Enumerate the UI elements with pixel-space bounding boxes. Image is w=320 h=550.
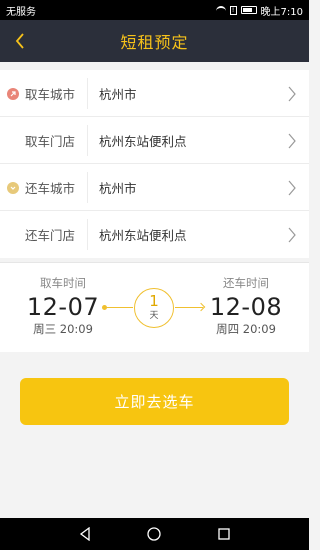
pickup-store-row[interactable]: 取车门店 杭州东站便利点 — [0, 117, 309, 164]
clock-text: 晚上7:10 — [260, 6, 303, 18]
pickup-time-label: 取车时间 — [40, 276, 86, 290]
duration-unit: 天 — [149, 311, 159, 321]
wifi-icon — [215, 6, 226, 14]
return-city-label: 还车城市 — [25, 180, 76, 196]
chevron-left-icon — [15, 33, 24, 49]
return-dot-icon — [7, 182, 19, 194]
divider — [87, 172, 88, 203]
chevron-right-icon — [288, 227, 296, 243]
return-day: 周四 20:09 — [216, 322, 276, 336]
circle-home-icon — [147, 527, 162, 541]
carrier-text: 无服务 — [6, 6, 36, 18]
select-car-button[interactable]: 立即去选车 — [20, 378, 289, 425]
duration-badge: 1 天 — [134, 288, 174, 328]
duration-line-left — [102, 305, 133, 310]
app-header: 短租预定 — [0, 20, 309, 62]
divider — [87, 78, 88, 109]
status-icons: ! 晚上7:10 — [215, 3, 303, 18]
divider — [87, 125, 88, 156]
return-time-label: 还车时间 — [223, 276, 269, 290]
system-nav-bar — [0, 518, 309, 550]
page-title: 短租预定 — [120, 33, 189, 52]
pickup-dot-icon — [7, 88, 19, 100]
duration-arrow-right — [175, 307, 203, 308]
back-button[interactable] — [10, 30, 30, 52]
return-store-value: 杭州东站便利点 — [99, 228, 187, 243]
square-recent-icon — [218, 528, 230, 540]
nav-home-button[interactable] — [146, 526, 162, 542]
pickup-day: 周三 20:09 — [33, 322, 93, 336]
sim-icon: ! — [229, 5, 237, 15]
battery-icon — [240, 6, 257, 14]
return-store-label: 还车门店 — [25, 228, 76, 243]
pickup-city-value: 杭州市 — [99, 86, 137, 102]
booking-form: 取车城市 杭州市 取车门店 杭州东站便利点 还车城市 杭州市 还车门店 杭州东站… — [0, 70, 309, 258]
pickup-time[interactable]: 取车时间 12-07 周三 20:09 — [18, 275, 108, 337]
return-city-value: 杭州市 — [99, 180, 137, 196]
duration-number: 1 — [149, 292, 159, 310]
pickup-city-row[interactable]: 取车城市 杭州市 — [0, 70, 309, 117]
pickup-store-value: 杭州东站便利点 — [99, 133, 187, 149]
status-bar: 无服务 ! 晚上7:10 — [0, 0, 309, 20]
nav-recent-button[interactable] — [216, 526, 232, 542]
pickup-city-label: 取车城市 — [25, 86, 76, 102]
chevron-right-icon — [288, 180, 296, 196]
return-store-row[interactable]: 还车门店 杭州东站便利点 — [0, 211, 309, 258]
nav-back-button[interactable] — [77, 526, 93, 542]
return-time[interactable]: 还车时间 12-08 周四 20:09 — [201, 275, 291, 337]
chevron-right-icon — [288, 133, 296, 149]
chevron-right-icon — [288, 86, 296, 102]
return-date: 12-08 — [209, 293, 283, 321]
pickup-date: 12-07 — [26, 293, 100, 321]
pickup-store-label: 取车门店 — [25, 133, 76, 149]
return-city-row[interactable]: 还车城市 杭州市 — [0, 164, 309, 211]
triangle-back-icon — [79, 527, 90, 541]
divider — [87, 219, 88, 250]
